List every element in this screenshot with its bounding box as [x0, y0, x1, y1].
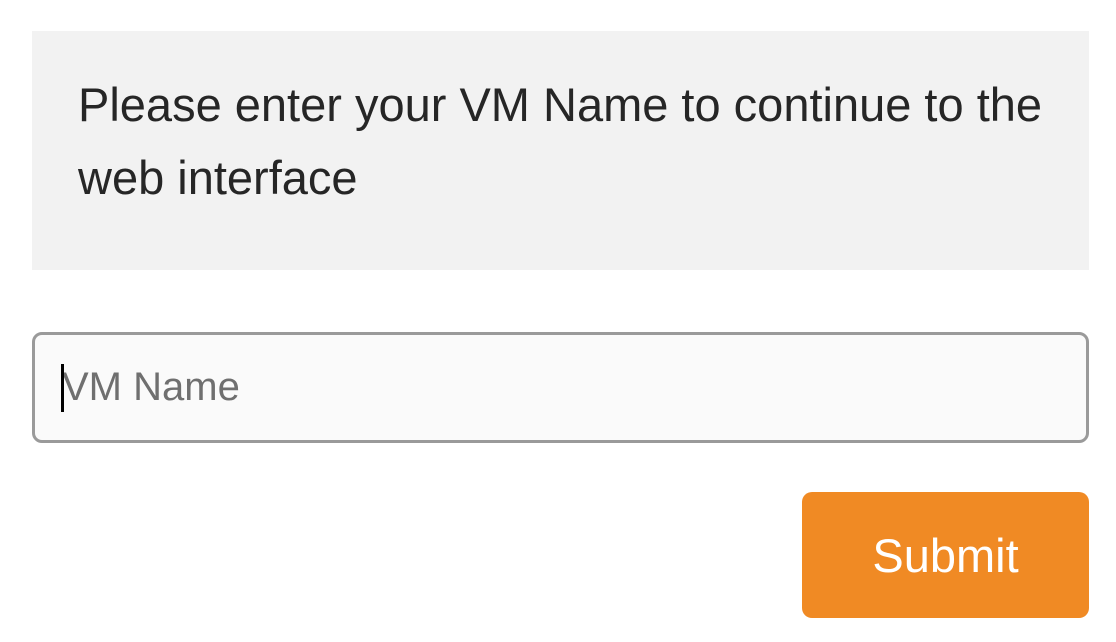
- text-cursor: [61, 364, 64, 412]
- submit-button[interactable]: Submit: [802, 492, 1089, 618]
- vm-name-input[interactable]: [32, 332, 1089, 443]
- instruction-text: Please enter your VM Name to continue to…: [78, 78, 1043, 204]
- instruction-panel: Please enter your VM Name to continue to…: [32, 31, 1089, 270]
